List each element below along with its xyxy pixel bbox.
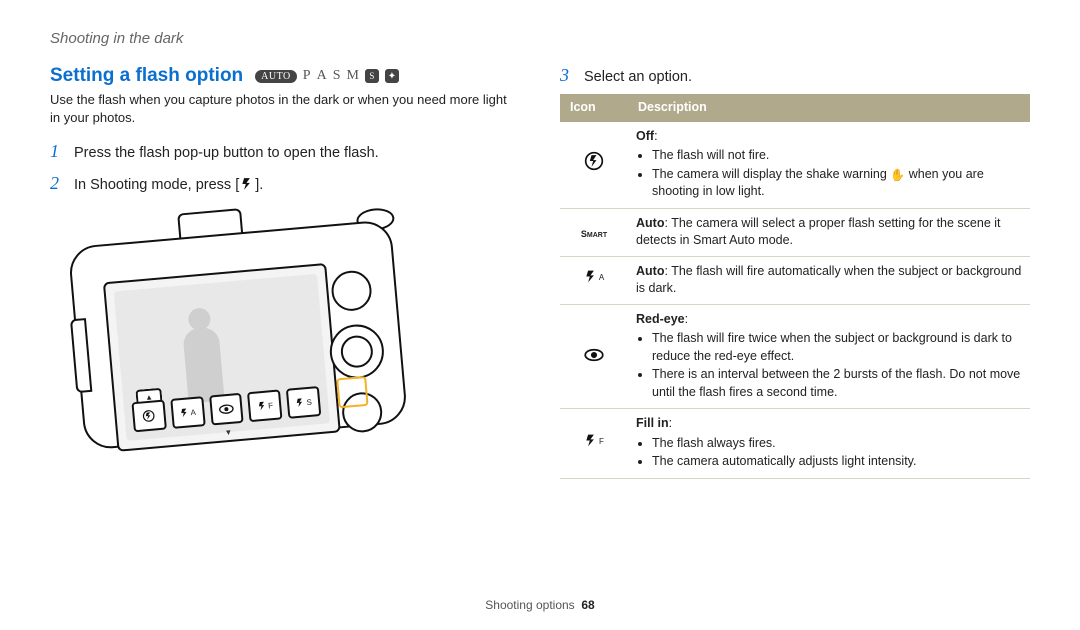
eye-icon [218, 402, 235, 415]
camera-grip [70, 318, 92, 393]
row-title: Fill in [636, 416, 669, 430]
mode-m: M [346, 68, 358, 84]
flash-auto-option: A [170, 396, 205, 429]
flash-auto-icon: A [560, 256, 628, 304]
camera-screen: ▴ A F▾ S [103, 263, 341, 452]
table-header-row: Icon Description [560, 94, 1030, 122]
cell-description: Auto: The flash will fire automatically … [628, 256, 1030, 304]
section-heading: Setting a flash option [50, 65, 243, 87]
row-text: : The flash will fire automatically when… [636, 264, 1021, 296]
cell-description: Red-eye: The flash will fire twice when … [628, 304, 1030, 409]
flash-icon [257, 400, 268, 413]
page-footer: Shooting options 68 [0, 598, 1080, 612]
magic-mode-badge: ✦ [385, 69, 399, 83]
camera-body: ▴ A F▾ S [68, 219, 409, 450]
flash-icon [295, 396, 306, 409]
left-column: Setting a flash option AUTO P A S M S ✦ … [50, 65, 520, 479]
breadcrumb: Shooting in the dark [50, 30, 1030, 47]
step-number: 1 [50, 138, 64, 166]
steps-list: 1 Press the flash pop-up button to open … [50, 138, 520, 198]
table-row: Off: The flash will not fire. The camera… [560, 122, 1030, 209]
right-column: 3 Select an option. Icon Description [560, 65, 1030, 479]
scene-mode-badge: S [365, 69, 379, 83]
camera-button-top [330, 269, 373, 312]
manual-page: Shooting in the dark Setting a flash opt… [0, 0, 1080, 630]
step-text-b: ]. [255, 177, 263, 193]
mode-a: A [317, 68, 327, 84]
col-icon: Icon [560, 94, 628, 122]
step-text: In Shooting mode, press []. [74, 174, 263, 196]
bullet: The flash will fire twice when the subje… [652, 330, 1022, 365]
intro-text: Use the flash when you capture photos in… [50, 91, 520, 126]
flash-icon [179, 406, 190, 419]
flash-button-highlight [336, 376, 369, 409]
step-text-a: In Shooting mode, press [ [74, 177, 239, 193]
bullet: The camera automatically adjusts light i… [652, 453, 1022, 471]
smart-auto-icon: SMART [560, 208, 628, 256]
shake-warning-icon: ✋ [890, 167, 905, 184]
step-text: Press the flash pop-up button to open th… [74, 142, 379, 164]
row-text: : The camera will select a proper flash … [636, 216, 1001, 248]
table-row: F Fill in: The flash always fires. The c… [560, 409, 1030, 479]
bullet: The flash will not fire. [652, 147, 1022, 165]
bullet: The flash always fires. [652, 435, 1022, 453]
step-2: 2 In Shooting mode, press []. [50, 170, 520, 198]
heading-row: Setting a flash option AUTO P A S M S ✦ [50, 65, 520, 87]
row-title: Auto [636, 216, 664, 230]
camera-dpad [328, 322, 387, 381]
row-title: Auto [636, 264, 664, 278]
flash-redeye-option [209, 393, 244, 426]
table-row: SMART Auto: The camera will select a pro… [560, 208, 1030, 256]
cell-description: Fill in: The flash always fires. The cam… [628, 409, 1030, 479]
footer-section: Shooting options [485, 598, 574, 612]
mode-badges: AUTO P A S M S ✦ [255, 68, 399, 84]
two-column-layout: Setting a flash option AUTO P A S M S ✦ … [50, 65, 1030, 479]
step-number: 3 [560, 65, 574, 86]
flash-options-table: Icon Description Off: The flash will not… [560, 94, 1030, 479]
col-description: Description [628, 94, 1030, 122]
screen-inner: ▴ A F▾ S [114, 274, 330, 441]
step-text: Select an option. [584, 69, 692, 85]
row-title: Red-eye [636, 312, 685, 326]
camera-illustration: ▴ A F▾ S [58, 195, 438, 475]
flash-off-option [131, 399, 166, 432]
flash-slowsync-option: S [286, 386, 321, 419]
subject-silhouette [176, 306, 230, 406]
table-row: A Auto: The flash will fire automaticall… [560, 256, 1030, 304]
flash-icon [239, 177, 255, 191]
step-1: 1 Press the flash pop-up button to open … [50, 138, 520, 166]
table-row: Red-eye: The flash will fire twice when … [560, 304, 1030, 409]
auto-mode-badge: AUTO [255, 70, 297, 83]
bullet: There is an interval between the 2 burst… [652, 366, 1022, 401]
cell-description: Off: The flash will not fire. The camera… [628, 122, 1030, 209]
step-3: 3 Select an option. [560, 65, 1030, 86]
flash-off-icon [141, 408, 156, 423]
flash-off-icon [560, 122, 628, 209]
fillin-icon: F [560, 409, 628, 479]
page-number: 68 [581, 598, 594, 612]
redeye-icon [560, 304, 628, 409]
cell-description: Auto: The camera will select a proper fl… [628, 208, 1030, 256]
bullet: The camera will display the shake warnin… [652, 166, 1022, 201]
step-number: 2 [50, 170, 64, 198]
mode-p: P [303, 68, 311, 84]
flash-fillin-option: F [247, 389, 282, 422]
row-title: Off [636, 129, 654, 143]
mode-s: S [333, 68, 341, 84]
